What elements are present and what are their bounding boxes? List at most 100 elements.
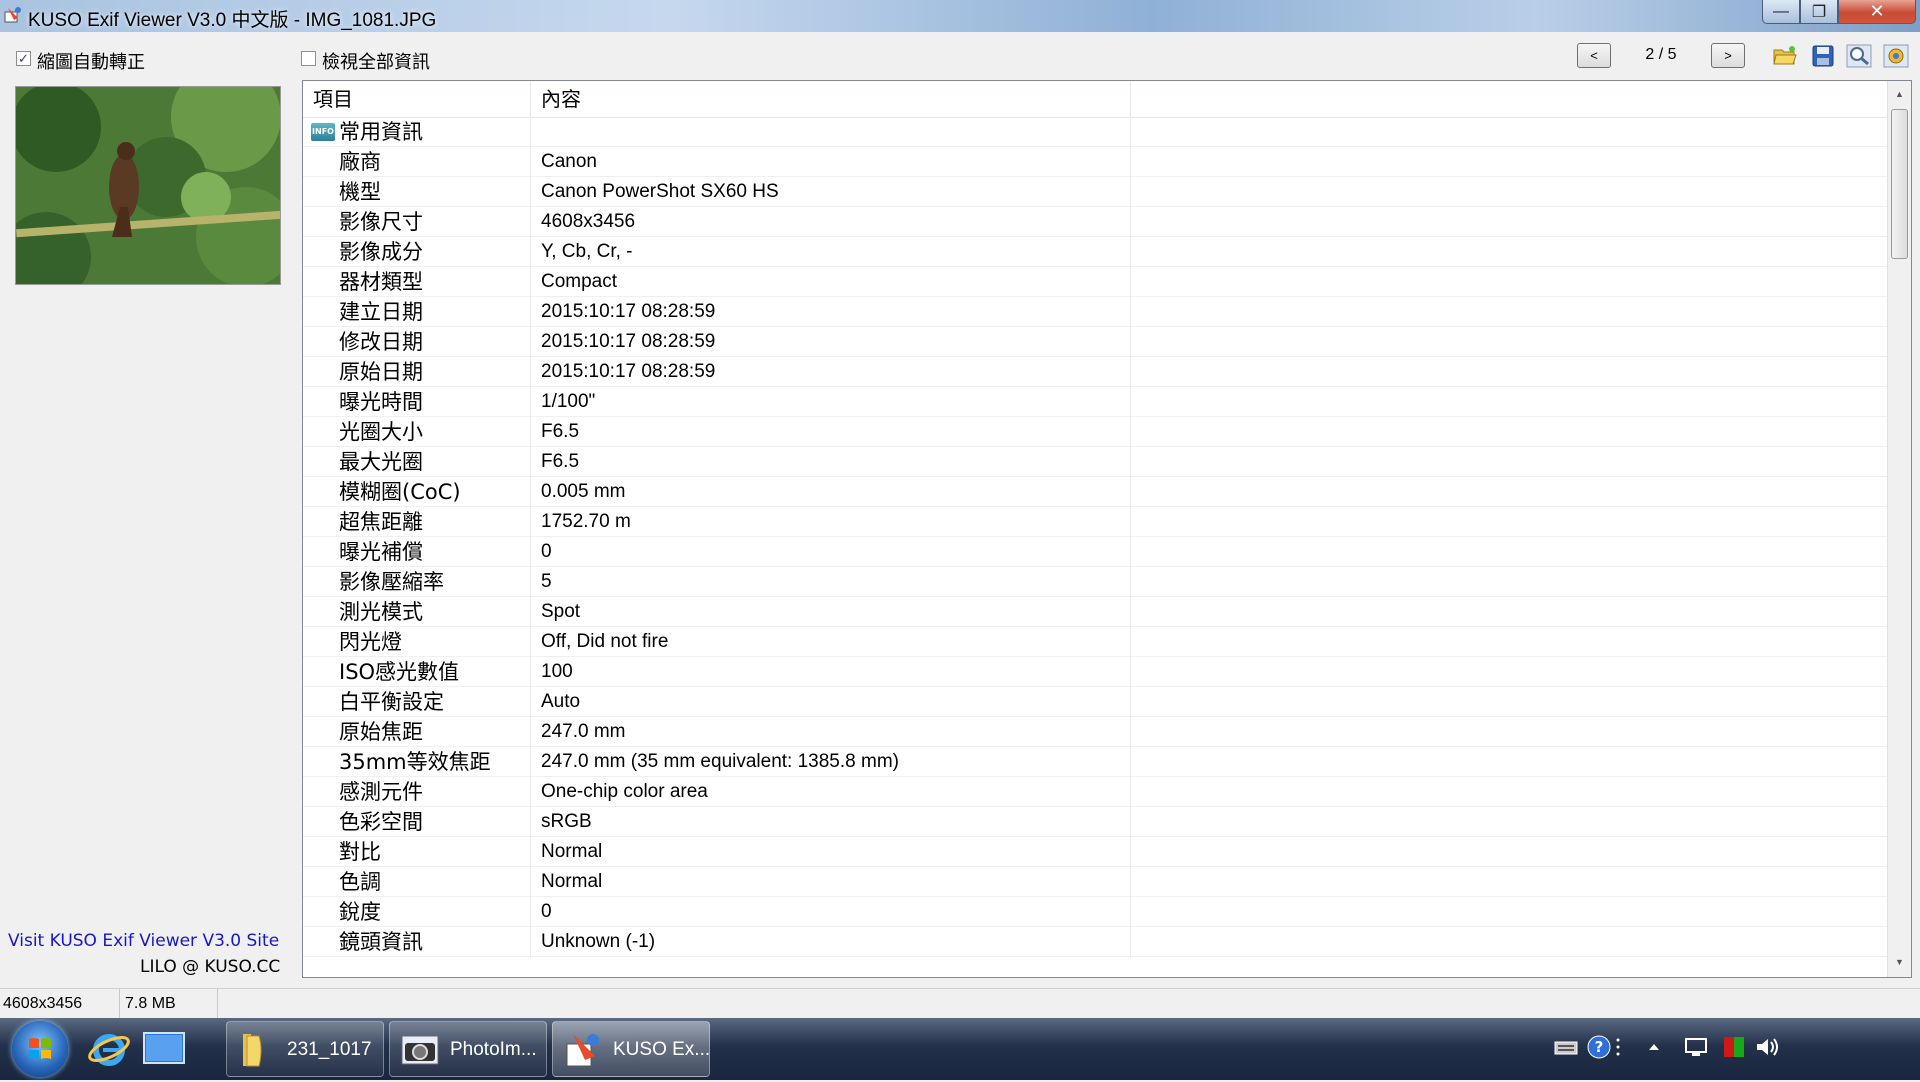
image-thumbnail xyxy=(15,86,281,285)
group-value-cell xyxy=(531,117,1131,147)
maximize-button[interactable]: ❐ xyxy=(1800,0,1838,24)
row-value-cell: Unknown (-1) xyxy=(531,927,1131,957)
start-button[interactable] xyxy=(12,1021,68,1077)
minimize-button[interactable]: — xyxy=(1762,0,1800,24)
row-value-cell: 247.0 mm xyxy=(531,717,1131,747)
prev-image-button[interactable]: < xyxy=(1577,43,1611,68)
row-name-cell: 35mm等效焦距 xyxy=(303,747,531,777)
row-name-cell: 建立日期 xyxy=(303,297,531,327)
table-row[interactable]: 閃光燈 Off, Did not fire xyxy=(303,627,1887,657)
settings-icon[interactable] xyxy=(1882,43,1910,69)
visit-site-link[interactable]: Visit KUSO Exif Viewer V3.0 Site xyxy=(8,931,279,951)
row-value-cell: Off, Did not fire xyxy=(531,627,1131,657)
row-name-cell: 閃光燈 xyxy=(303,627,531,657)
table-row[interactable]: 機型 Canon PowerShot SX60 HS xyxy=(303,177,1887,207)
table-row[interactable]: 曝光時間 1/100" xyxy=(303,387,1887,417)
row-value-cell: 1/100" xyxy=(531,387,1131,417)
next-image-button[interactable]: > xyxy=(1711,43,1745,68)
author-credit: LILO @ KUSO.CC xyxy=(140,957,281,977)
table-row[interactable]: 35mm等效焦距 247.0 mm (35 mm equivalent: 1385… xyxy=(303,747,1887,777)
network-icon[interactable] xyxy=(1683,1034,1709,1060)
row-value-cell: Auto xyxy=(531,687,1131,717)
row-value-cell: 2015:10:17 08:28:59 xyxy=(531,357,1131,387)
table-row[interactable]: 影像壓縮率 5 xyxy=(303,567,1887,597)
scrollbar-thumb[interactable] xyxy=(1891,109,1908,259)
row-name-cell: 影像壓縮率 xyxy=(303,567,531,597)
row-value-cell: Compact xyxy=(531,267,1131,297)
view-all-checkbox[interactable] xyxy=(301,51,316,66)
windows-logo-icon xyxy=(29,1038,51,1059)
show-desktop-icon[interactable] xyxy=(141,1027,187,1071)
row-value-cell: Normal xyxy=(531,837,1131,867)
internet-explorer-icon[interactable] xyxy=(86,1027,132,1071)
table-row[interactable]: 色彩空間 sRGB xyxy=(303,807,1887,837)
table-row[interactable]: 原始日期 2015:10:17 08:28:59 xyxy=(303,357,1887,387)
row-value-cell: Canon xyxy=(531,147,1131,177)
table-row[interactable]: 影像成分 Y, Cb, Cr, - xyxy=(303,237,1887,267)
row-value-cell: 100 xyxy=(531,657,1131,687)
taskbar-item-photoimpact[interactable]: PhotoIm... xyxy=(389,1021,547,1077)
row-name-cell: 測光模式 xyxy=(303,597,531,627)
table-row[interactable]: 白平衡設定 Auto xyxy=(303,687,1887,717)
scroll-up-icon[interactable]: ▲ xyxy=(1888,83,1911,105)
row-name-cell: 影像尺寸 xyxy=(303,207,531,237)
table-row[interactable]: 色調 Normal xyxy=(303,867,1887,897)
table-row[interactable]: 銳度 0 xyxy=(303,897,1887,927)
page-indicator: 2 / 5 xyxy=(1645,46,1677,63)
row-name-cell: 修改日期 xyxy=(303,327,531,357)
table-row[interactable]: 感測元件 One-chip color area xyxy=(303,777,1887,807)
row-value-cell: 0 xyxy=(531,537,1131,567)
volume-icon[interactable] xyxy=(1754,1034,1780,1060)
table-row[interactable]: ISO感光數值 100 xyxy=(303,657,1887,687)
table-row[interactable]: 建立日期 2015:10:17 08:28:59 xyxy=(303,297,1887,327)
table-row[interactable]: 曝光補償 0 xyxy=(303,537,1887,567)
vertical-scrollbar[interactable]: ▲ ▼ xyxy=(1887,81,1911,977)
table-row[interactable]: 修改日期 2015:10:17 08:28:59 xyxy=(303,327,1887,357)
row-name-cell: 影像成分 xyxy=(303,237,531,267)
table-row[interactable]: 超焦距離 1752.70 m xyxy=(303,507,1887,537)
scroll-down-icon[interactable]: ▼ xyxy=(1888,951,1911,973)
show-hidden-icons-icon[interactable] xyxy=(1641,1034,1667,1060)
row-name-cell: 對比 xyxy=(303,837,531,867)
row-value-cell: 0.005 mm xyxy=(531,477,1131,507)
row-name-cell: 色調 xyxy=(303,867,531,897)
row-value-cell: Y, Cb, Cr, - xyxy=(531,237,1131,267)
kuso-app-icon xyxy=(566,1034,599,1067)
row-value-cell: 247.0 mm (35 mm equivalent: 1385.8 mm) xyxy=(531,747,1131,777)
table-row[interactable]: 對比 Normal xyxy=(303,837,1887,867)
taskbar-item-kuso[interactable]: KUSO Ex... xyxy=(552,1021,710,1077)
column-header-item[interactable]: 項目 xyxy=(303,81,531,117)
taskbar: 231_1017 PhotoIm... KUSO Ex... ? xyxy=(0,1018,1920,1080)
row-value-cell: Spot xyxy=(531,597,1131,627)
svg-text:?: ? xyxy=(1595,1038,1604,1056)
magnifier-icon[interactable] xyxy=(1845,43,1873,69)
save-icon[interactable] xyxy=(1809,43,1837,69)
table-row[interactable]: 鏡頭資訊 Unknown (-1) xyxy=(303,927,1887,957)
row-name-cell: 超焦距離 xyxy=(303,507,531,537)
row-value-cell: F6.5 xyxy=(531,447,1131,477)
column-header-content[interactable]: 內容 xyxy=(531,81,1131,117)
auto-rotate-label: 縮圖自動轉正 xyxy=(37,52,145,73)
monitor-color-icon[interactable] xyxy=(1721,1034,1747,1060)
taskbar-item-folder[interactable]: 231_1017 xyxy=(226,1021,384,1077)
table-row[interactable]: 器材類型 Compact xyxy=(303,267,1887,297)
table-row[interactable]: 原始焦距 247.0 mm xyxy=(303,717,1887,747)
window-title: KUSO Exif Viewer V3.0 中文版 - IMG_1081.JPG xyxy=(28,10,437,31)
table-row[interactable]: 最大光圈 F6.5 xyxy=(303,447,1887,477)
close-button[interactable]: ✕ xyxy=(1838,0,1916,24)
table-row[interactable]: 模糊圈(CoC) 0.005 mm xyxy=(303,477,1887,507)
row-value-cell: F6.5 xyxy=(531,417,1131,447)
table-row[interactable]: 測光模式 Spot xyxy=(303,597,1887,627)
row-value-cell: 1752.70 m xyxy=(531,507,1131,537)
table-row[interactable]: 光圈大小 F6.5 xyxy=(303,417,1887,447)
auto-rotate-checkbox[interactable]: ✓ xyxy=(16,51,31,66)
tray-dots-icon xyxy=(1611,1034,1625,1060)
table-row[interactable]: 影像尺寸 4608x3456 xyxy=(303,207,1887,237)
keyboard-icon[interactable] xyxy=(1553,1034,1579,1060)
row-value-cell: Normal xyxy=(531,867,1131,897)
group-row-common[interactable]: INFO 常用資訊 xyxy=(303,117,1887,147)
help-icon[interactable]: ? xyxy=(1586,1034,1612,1060)
table-row[interactable]: 廠商 Canon xyxy=(303,147,1887,177)
open-folder-icon[interactable] xyxy=(1771,43,1799,69)
row-name-cell: 銳度 xyxy=(303,897,531,927)
